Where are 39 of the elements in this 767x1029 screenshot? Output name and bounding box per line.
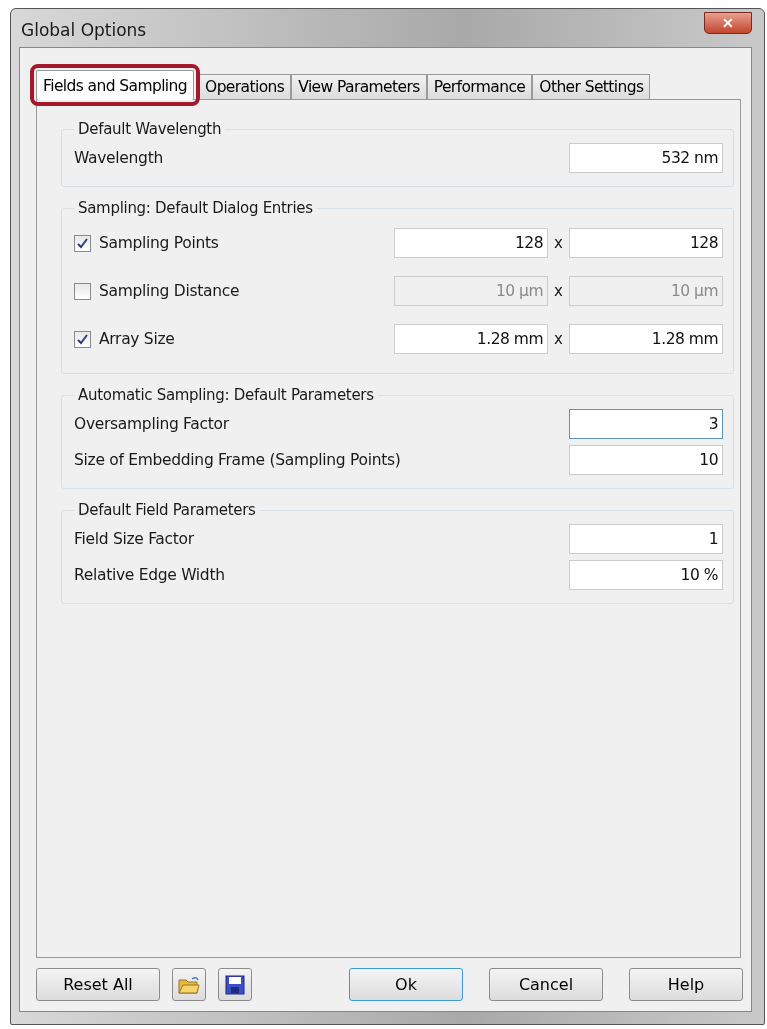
input-field[interactable]: 10 % <box>569 560 723 590</box>
group-title: Default Field Parameters <box>77 501 257 519</box>
group-title: Automatic Sampling: Default Parameters <box>77 386 375 404</box>
input-field[interactable]: 1 <box>569 524 723 554</box>
checkbox[interactable] <box>74 282 91 300</box>
dialog-button[interactable]: Help <box>629 968 743 1001</box>
save-button[interactable] <box>218 968 252 1001</box>
checkbox[interactable] <box>74 234 91 252</box>
dialog-button[interactable]: Cancel <box>489 968 603 1001</box>
checkbox[interactable] <box>74 330 91 348</box>
group-title: Default Wavelength <box>77 120 223 138</box>
tab[interactable]: Operations <box>198 74 292 100</box>
window-title: Global Options <box>21 20 147 40</box>
field-label: Oversampling Factor <box>74 415 229 433</box>
dialog-button[interactable]: Ok <box>349 968 463 1001</box>
tab[interactable]: Other Settings <box>532 74 651 100</box>
input-field[interactable]: 1.28 mm <box>569 324 723 354</box>
input-field[interactable]: 128 <box>394 228 548 258</box>
input-field[interactable]: 3 <box>569 409 723 439</box>
times-sign: x <box>553 234 564 252</box>
checkbox-label: Sampling Points <box>99 234 219 252</box>
field-label: Relative Edge Width <box>74 566 225 584</box>
input-field[interactable]: 532 nm <box>569 143 723 173</box>
input-field[interactable]: 10 <box>569 445 723 475</box>
open-button[interactable] <box>172 968 206 1001</box>
reset-button[interactable]: Reset All <box>36 968 160 1001</box>
input-field[interactable]: 128 <box>569 228 723 258</box>
times-sign: x <box>553 282 564 300</box>
checkbox-label: Array Size <box>99 330 175 348</box>
tab[interactable]: Performance <box>426 74 533 100</box>
folder-icon <box>178 974 200 995</box>
times-sign: x <box>553 330 564 348</box>
tab[interactable]: View Parameters <box>291 74 427 100</box>
input-field[interactable]: 1.28 mm <box>394 324 548 354</box>
group-title: Sampling: Default Dialog Entries <box>77 199 314 217</box>
field-label: Size of Embedding Frame (Sampling Points) <box>74 451 401 469</box>
checkbox-label: Sampling Distance <box>99 282 240 300</box>
field-label: Wavelength <box>74 149 163 167</box>
field-label: Field Size Factor <box>74 530 194 548</box>
